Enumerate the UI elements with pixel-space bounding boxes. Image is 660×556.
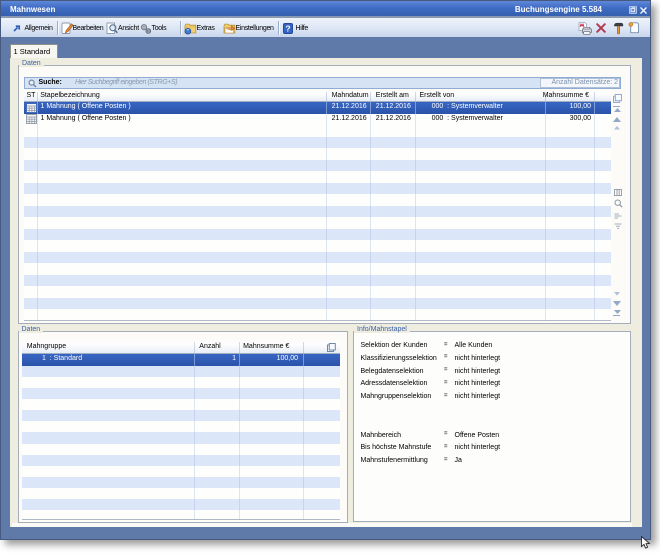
svg-text:?: ?: [286, 24, 291, 34]
